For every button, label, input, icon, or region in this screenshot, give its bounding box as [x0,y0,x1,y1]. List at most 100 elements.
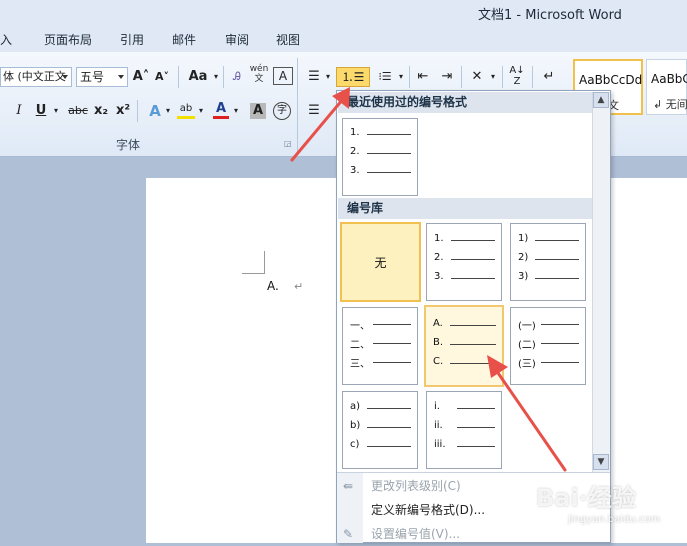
font-name-combo[interactable]: 体 (中文正文 [0,67,72,87]
ribbon-divider [178,66,179,88]
tile-line [373,362,411,363]
tile-line [535,240,579,241]
show-marks-icon[interactable]: ↵ [540,67,558,87]
set-numbering-value-item[interactable]: ✎ 设置编号值(V)... [337,522,609,546]
tile-line [373,324,411,325]
chevron-down-icon[interactable]: ▾ [489,67,497,87]
tile-row-label: 1. [350,127,360,138]
tile-line [541,362,579,363]
bullets-icon[interactable]: ☰ [306,67,322,87]
tile-row-label: (三) [518,359,536,370]
chevron-down-icon[interactable]: ▾ [212,67,220,87]
highlight-icon[interactable]: ab [177,101,195,119]
multilevel-list-icon[interactable]: ⁝☰ [374,67,396,87]
dialog-launcher-icon[interactable]: ◲ [284,139,292,148]
subscript-button[interactable]: x₂ [93,101,109,121]
format-tile-chinese-paren[interactable]: (一) (二) (三) [510,307,586,385]
tile-row-label: 1. [434,233,444,244]
tile-line [451,240,495,241]
chevron-down-icon[interactable]: ▾ [52,101,60,121]
watermark-logo: Bai·经验 [536,484,636,512]
tab-mailings[interactable]: 邮件 [172,31,196,48]
tab-page-layout[interactable]: 页面布局 [44,31,92,48]
recent-format-tile[interactable]: 1. 2. 3. [342,118,418,196]
watermark-url: jingyan.baidu.com [568,514,661,525]
menu-item-label: 设置编号值(V)... [371,527,461,541]
tile-row-label: c) [350,439,360,450]
tile-row-label: ii. [434,420,443,431]
format-tile-chinese[interactable]: 一、 二、 三、 [342,307,418,385]
tab-insert[interactable]: 入 [0,31,12,48]
chevron-down-icon[interactable]: ▾ [232,101,240,121]
decrease-indent-icon[interactable]: ⇤ [414,67,432,87]
change-case-button[interactable]: Aa [186,67,210,87]
font-size-combo[interactable]: 五号 [76,67,128,87]
gallery-scrollbar[interactable]: ▲ ▼ [592,92,610,472]
tile-line [367,172,411,173]
tile-line [451,259,495,260]
ribbon-divider [223,66,224,88]
grow-font-button[interactable]: A˄ [132,67,150,87]
tab-review[interactable]: 审阅 [225,31,249,48]
numbering-icon: ⒈☰ [341,70,365,84]
scroll-up-icon[interactable]: ▲ [593,92,609,108]
increase-indent-icon[interactable]: ⇥ [438,67,456,87]
chevron-down-icon[interactable]: ▾ [164,101,172,121]
style-sample: AaBbCcDd [579,73,643,87]
align-left-icon[interactable]: ☰ [306,101,322,121]
title-bar: 文档1 - Microsoft Word [0,0,687,26]
format-tile-none[interactable]: 无 [340,222,421,302]
format-tile-decimal-paren[interactable]: 1) 2) 3) [510,223,586,301]
shrink-font-button[interactable]: A˅ [154,67,170,87]
chevron-down-icon [118,75,124,79]
format-tile-lower-roman[interactable]: i. ii. iii. [426,391,502,469]
tile-row-label: 2. [434,252,444,263]
font-group-label: 字体 [116,138,141,152]
scroll-down-icon[interactable]: ▼ [593,454,609,470]
chevron-down-icon[interactable]: ▾ [324,67,332,87]
font-name-value: 体 (中文正文 [3,70,66,83]
clear-format-icon[interactable]: Ꭿ [228,67,246,87]
tile-row-label: 一、 [350,321,370,332]
tile-line [541,324,579,325]
tile-row-label: 2) [518,252,529,263]
tile-line [450,325,496,326]
italic-button[interactable]: I [12,101,26,121]
window-title: 文档1 - Microsoft Word [478,8,622,23]
tile-line [450,344,496,345]
format-tile-upper-alpha[interactable]: A. B. C. [424,305,504,387]
style-name: ↲ 无间 [653,98,687,111]
character-border-button[interactable]: A [273,67,293,85]
tab-references[interactable]: 引用 [120,31,144,48]
ribbon-divider [137,100,138,122]
sort-icon[interactable]: A↓ Z [508,65,526,87]
list-level-icon: ⇚ [343,479,354,493]
ribbon-divider [532,66,533,88]
strikethrough-button[interactable]: abc [66,101,90,121]
tile-row-label: iii. [434,439,446,450]
enclose-characters-button[interactable]: 字 [273,102,291,120]
tile-line [367,408,411,409]
text-effects-icon[interactable]: A [147,101,163,121]
ribbon-divider [461,66,462,88]
format-tile-lower-alpha[interactable]: a) b) c) [342,391,418,469]
chevron-down-icon[interactable]: ▾ [397,67,405,87]
ribbon-divider [502,66,503,88]
tile-row-label: i. [434,401,440,412]
phonetic-guide-icon[interactable]: wén 文 [249,64,269,84]
chevron-down-icon[interactable]: ▾ [197,101,205,121]
tab-view[interactable]: 视图 [276,31,300,48]
tile-row-label: B. [433,337,444,348]
numbering-button[interactable]: ⒈☰ [336,67,370,87]
paragraph-mark: ↵ [294,280,304,293]
tile-line [451,278,495,279]
superscript-button[interactable]: x² [115,101,131,121]
font-color-button[interactable]: A [213,101,229,119]
menu-divider [337,472,610,473]
style-no-spacing[interactable]: AaBbC ↲ 无间 [646,59,687,115]
tile-row-label: A. [433,318,443,329]
chinese-layout-icon[interactable]: ✕ [466,67,488,87]
underline-button[interactable]: U [34,101,48,121]
character-shading-button[interactable]: A [250,103,266,119]
format-tile-decimal-dot[interactable]: 1. 2. 3. [426,223,502,301]
